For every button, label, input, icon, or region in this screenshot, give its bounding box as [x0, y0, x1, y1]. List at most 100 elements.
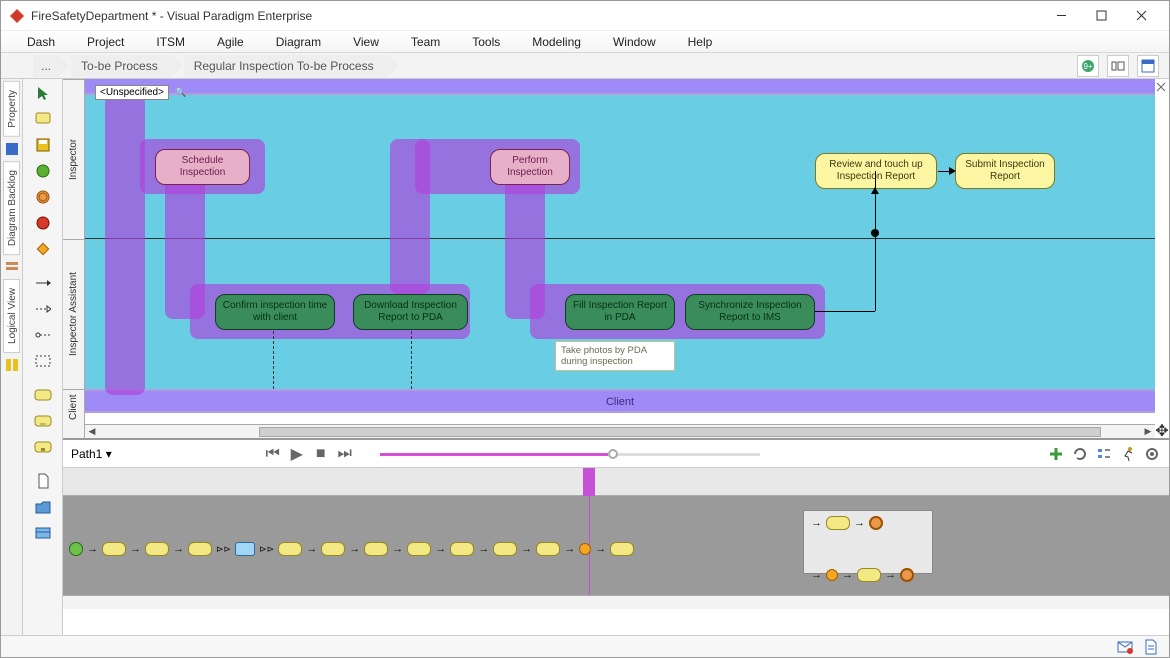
- runner-icon[interactable]: [1119, 445, 1137, 463]
- timeline-task[interactable]: [610, 542, 634, 556]
- share-icon[interactable]: 9+: [1077, 55, 1099, 77]
- timeline-task[interactable]: [278, 542, 302, 556]
- forward-button[interactable]: ⏭: [336, 445, 354, 463]
- task-schedule-inspection[interactable]: Schedule Inspection: [155, 149, 250, 185]
- task-confirm-time[interactable]: Confirm inspection time with client: [215, 294, 335, 330]
- diagram-canvas[interactable]: <Unspecified> 🔍 Client Schedule Inspecti…: [85, 79, 1169, 438]
- panel-icon[interactable]: [1137, 55, 1159, 77]
- layout-icon[interactable]: [1107, 55, 1129, 77]
- scroll-left-icon[interactable]: ◀: [85, 426, 99, 438]
- tab-logical-view[interactable]: Logical View: [3, 279, 20, 353]
- folder-tool[interactable]: [33, 497, 53, 517]
- options-button[interactable]: [1095, 445, 1113, 463]
- search-icon[interactable]: 🔍: [175, 87, 186, 98]
- menu-help[interactable]: Help: [672, 32, 729, 52]
- lane-tool[interactable]: [33, 351, 53, 371]
- task-yellow3-tool[interactable]: [33, 437, 53, 457]
- save-tool[interactable]: [33, 135, 53, 155]
- timeline-task[interactable]: [188, 542, 212, 556]
- annotation-note[interactable]: Take photos by PDA during inspection: [555, 341, 675, 371]
- message-flow-tool[interactable]: [33, 299, 53, 319]
- timeline-end-event[interactable]: [900, 568, 914, 582]
- lane-header-assistant[interactable]: Inspector Assistant: [63, 239, 84, 389]
- start-event-tool[interactable]: [33, 161, 53, 181]
- timeline-task[interactable]: [145, 542, 169, 556]
- sequence-flow: [815, 311, 875, 312]
- menu-team[interactable]: Team: [395, 32, 456, 52]
- playhead-marker[interactable]: [583, 468, 595, 496]
- timeline-task[interactable]: [536, 542, 560, 556]
- timeline-task[interactable]: [321, 542, 345, 556]
- breadcrumb-to-be[interactable]: To-be Process: [71, 55, 172, 77]
- close-panel-button[interactable]: [1155, 81, 1167, 93]
- table-tool[interactable]: [33, 523, 53, 543]
- timeline-task[interactable]: [235, 542, 255, 556]
- note-tool[interactable]: [33, 109, 53, 129]
- sequence-flow-tool[interactable]: [33, 273, 53, 293]
- timeline-gateway[interactable]: [824, 567, 841, 584]
- menu-tools[interactable]: Tools: [456, 32, 516, 52]
- menu-diagram[interactable]: Diagram: [260, 32, 337, 52]
- task-yellow-tool[interactable]: [33, 385, 53, 405]
- lane-header-inspector[interactable]: Inspector: [63, 79, 84, 239]
- scroll-right-icon[interactable]: ▶: [1141, 426, 1155, 438]
- breadcrumb-regular[interactable]: Regular Inspection To-be Process: [184, 55, 388, 77]
- tab-property[interactable]: Property: [3, 81, 20, 137]
- rewind-button[interactable]: ⏮: [264, 445, 282, 463]
- settings-button[interactable]: [1143, 445, 1161, 463]
- mail-icon[interactable]: [1117, 639, 1133, 655]
- task-review-report[interactable]: Review and touch up Inspection Report: [815, 153, 937, 189]
- menu-project[interactable]: Project: [71, 32, 140, 52]
- lane-header-client[interactable]: Client: [63, 389, 84, 425]
- scroll-thumb[interactable]: [259, 427, 1101, 437]
- resize-handle-icon[interactable]: ✥: [1155, 424, 1169, 438]
- tab-diagram-backlog[interactable]: Diagram Backlog: [3, 161, 20, 255]
- close-button[interactable]: [1121, 2, 1161, 30]
- progress-slider[interactable]: [380, 445, 760, 463]
- package-selector[interactable]: <Unspecified>: [95, 85, 169, 100]
- menu-dash[interactable]: Dash: [11, 32, 71, 52]
- menu-itsm[interactable]: ITSM: [140, 32, 201, 52]
- timeline-task[interactable]: [364, 542, 388, 556]
- progress-handle[interactable]: [608, 449, 618, 459]
- task-fill-report[interactable]: Fill Inspection Report in PDA: [565, 294, 675, 330]
- stop-button[interactable]: ■: [312, 445, 330, 463]
- end-event-tool[interactable]: [33, 213, 53, 233]
- minimize-button[interactable]: [1041, 2, 1081, 30]
- timeline-task[interactable]: [493, 542, 517, 556]
- play-button[interactable]: ▶: [288, 445, 306, 463]
- refresh-button[interactable]: [1071, 445, 1089, 463]
- menu-window[interactable]: Window: [597, 32, 672, 52]
- timeline-task[interactable]: [407, 542, 431, 556]
- document-icon[interactable]: [1143, 639, 1159, 655]
- menu-view[interactable]: View: [337, 32, 395, 52]
- data-object-tool[interactable]: [33, 471, 53, 491]
- timeline-task[interactable]: [826, 516, 850, 530]
- menu-bar: Dash Project ITSM Agile Diagram View Tea…: [1, 31, 1169, 53]
- timeline-end-event[interactable]: [869, 516, 883, 530]
- timeline-start-event[interactable]: [69, 542, 83, 556]
- task-yellow2-tool[interactable]: [33, 411, 53, 431]
- timeline-gateway[interactable]: [577, 541, 594, 558]
- maximize-button[interactable]: [1081, 2, 1121, 30]
- timeline-task[interactable]: [102, 542, 126, 556]
- task-sync-report[interactable]: Synchronize Inspection Report to IMS: [685, 294, 815, 330]
- timeline-task[interactable]: [857, 568, 881, 582]
- timeline-body[interactable]: → → → ⊳⊳ ⊳⊳ → → → → → → → → → →: [63, 496, 1169, 595]
- add-path-button[interactable]: [1047, 445, 1065, 463]
- path-dropdown[interactable]: Path1 ▾: [71, 447, 112, 461]
- task-perform-inspection[interactable]: Perform Inspection: [490, 149, 570, 185]
- timeline-hscroll[interactable]: [63, 595, 1169, 609]
- timeline-task[interactable]: [450, 542, 474, 556]
- canvas-hscroll[interactable]: ◀ ▶: [85, 424, 1155, 438]
- cursor-tool[interactable]: [33, 83, 53, 103]
- intermediate-event-tool[interactable]: [33, 187, 53, 207]
- breadcrumb-root[interactable]: ...: [33, 55, 59, 77]
- menu-modeling[interactable]: Modeling: [516, 32, 597, 52]
- timeline-ruler[interactable]: [63, 468, 1169, 496]
- task-submit-report[interactable]: Submit Inspection Report: [955, 153, 1055, 189]
- gateway-tool[interactable]: [33, 239, 53, 259]
- menu-agile[interactable]: Agile: [201, 32, 260, 52]
- task-download-report[interactable]: Download Inspection Report to PDA: [353, 294, 468, 330]
- association-tool[interactable]: [33, 325, 53, 345]
